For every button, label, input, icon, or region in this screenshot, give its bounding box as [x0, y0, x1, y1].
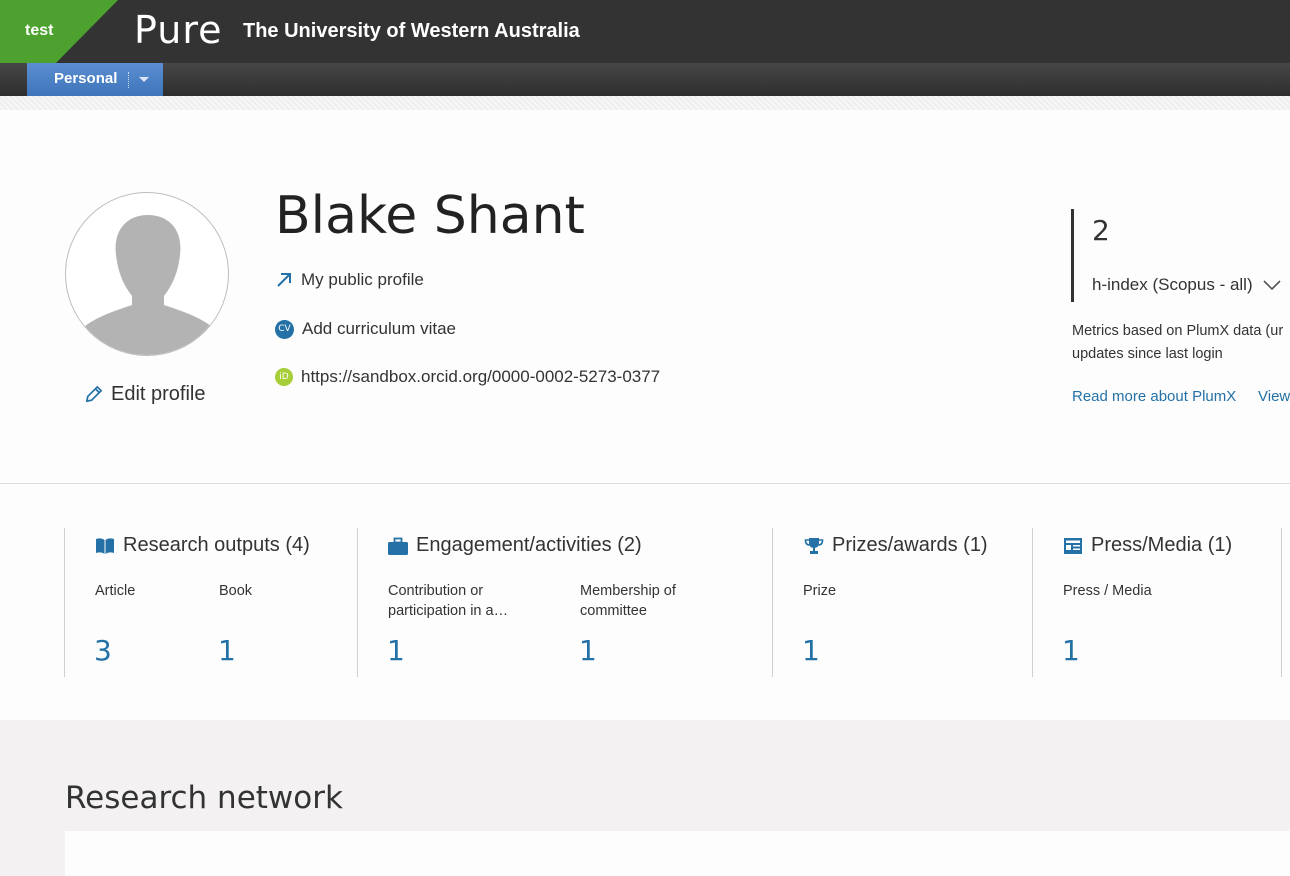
prize-count[interactable]: 1	[802, 634, 820, 667]
person-name: Blake Shant	[275, 186, 585, 246]
card-divider	[64, 528, 65, 677]
tab-separator	[128, 72, 129, 88]
orcid-link[interactable]: iD https://sandbox.orcid.org/0000-0002-5…	[275, 367, 660, 387]
profile-panel: Edit profile Blake Shant My public profi…	[0, 110, 1290, 484]
external-arrow-icon	[277, 273, 291, 287]
metrics-note-line2: updates since last login	[1072, 346, 1223, 362]
orcid-url: https://sandbox.orcid.org/0000-0002-5273…	[301, 367, 661, 386]
prizes-title[interactable]: Prizes/awards (1)	[804, 534, 988, 557]
chevron-down-icon	[1263, 280, 1281, 291]
public-profile-link[interactable]: My public profile	[275, 270, 424, 290]
research-network-panel	[65, 831, 1290, 876]
edit-profile-link[interactable]: Edit profile	[84, 383, 206, 406]
sub-navigation: Personal	[0, 63, 1290, 96]
book-count[interactable]: 1	[218, 634, 236, 667]
h-index-label: h-index (Scopus - all)	[1092, 275, 1253, 294]
card-divider	[357, 528, 358, 677]
book-icon	[96, 537, 114, 554]
view-link[interactable]: View	[1258, 388, 1290, 405]
orcid-icon: iD	[275, 368, 293, 386]
prizes-title-text: Prizes/awards (1)	[832, 534, 988, 556]
read-more-plumx-link[interactable]: Read more about PlumX	[1072, 388, 1236, 405]
press-media-count[interactable]: 1	[1062, 634, 1080, 667]
header-stripe	[0, 96, 1290, 110]
add-cv-label: Add curriculum vitae	[302, 319, 457, 338]
article-count[interactable]: 3	[94, 634, 112, 667]
organization-title: The University of Western Australia	[243, 20, 580, 42]
contribution-label: Contribution or participation in a…	[388, 583, 509, 619]
research-outputs-title[interactable]: Research outputs (4)	[95, 534, 310, 557]
engagement-title[interactable]: Engagement/activities (2)	[388, 534, 642, 557]
add-cv-link[interactable]: CV Add curriculum vitae	[275, 319, 456, 339]
chevron-down-icon[interactable]	[139, 77, 149, 82]
h-index-value: 2	[1092, 214, 1110, 247]
pencil-icon	[85, 385, 103, 403]
press-media-title[interactable]: Press/Media (1)	[1063, 534, 1232, 557]
environment-badge	[0, 0, 118, 63]
newspaper-icon	[1064, 537, 1082, 554]
h-index-selector[interactable]: h-index (Scopus - all)	[1092, 275, 1281, 295]
research-network-title: Research network	[65, 780, 343, 816]
metric-accent-bar	[1071, 209, 1074, 302]
edit-profile-label: Edit profile	[111, 383, 206, 405]
card-divider	[772, 528, 773, 677]
metrics-note: Metrics based on PlumX data (ur updates …	[1072, 320, 1290, 366]
engagement-title-text: Engagement/activities (2)	[416, 534, 642, 556]
book-label: Book	[219, 583, 253, 599]
research-outputs-title-text: Research outputs (4)	[123, 534, 310, 556]
tab-personal[interactable]: Personal	[27, 63, 163, 96]
membership-count[interactable]: 1	[579, 634, 597, 667]
membership-label: Membership of committee	[580, 583, 676, 619]
press-media-label: Press / Media	[1063, 583, 1152, 599]
card-divider	[1281, 528, 1282, 677]
card-divider	[1032, 528, 1033, 677]
pure-logo[interactable]: Pure	[134, 8, 223, 52]
contribution-count[interactable]: 1	[387, 634, 405, 667]
press-media-title-text: Press/Media (1)	[1091, 534, 1233, 556]
tab-personal-label: Personal	[54, 70, 118, 87]
environment-label: test	[25, 22, 54, 39]
avatar	[65, 192, 229, 356]
trophy-icon	[804, 537, 824, 554]
cv-icon: CV	[275, 319, 294, 339]
article-label: Article	[95, 583, 136, 599]
top-header: test Pure The University of Western Aust…	[0, 0, 1290, 63]
prize-label: Prize	[803, 583, 837, 599]
public-profile-label: My public profile	[301, 270, 424, 289]
user-silhouette-icon	[84, 215, 212, 355]
stats-panel: Research outputs (4) Article 3 Book 1 En…	[0, 484, 1290, 720]
briefcase-icon	[388, 537, 408, 555]
metrics-note-line1: Metrics based on PlumX data (ur	[1072, 323, 1284, 339]
